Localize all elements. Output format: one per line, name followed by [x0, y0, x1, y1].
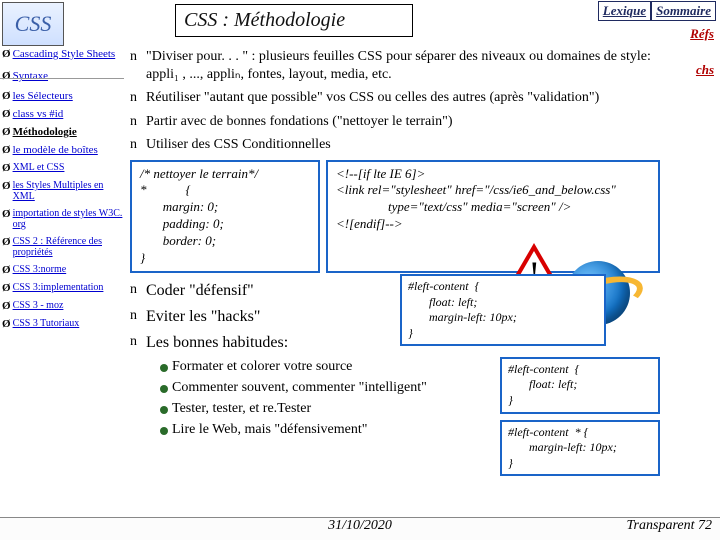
habit-text: Lire le Web, mais "défensivement": [172, 422, 367, 438]
sidebar-item[interactable]: ØCSS 3 Tutoriaux: [2, 318, 126, 330]
sidebar-item[interactable]: ØSyntaxe: [2, 70, 126, 82]
sidebar-item[interactable]: ØXML et CSS: [2, 162, 126, 174]
techs-link[interactable]: chs: [696, 62, 714, 78]
sidebar-item[interactable]: Øimportation de styles W3C. org: [2, 208, 126, 230]
logo-text: CSS: [15, 11, 52, 37]
top-links: Lexique Sommaire: [598, 1, 716, 21]
sidebar-item[interactable]: Øclass vs #id: [2, 108, 126, 120]
sidebar-item[interactable]: ØCascading Style Sheets: [2, 48, 126, 60]
sidebar-item[interactable]: ØCSS 3:norme: [2, 264, 126, 276]
sidebar-item[interactable]: ØCSS 2 : Référence des propriétés: [2, 236, 126, 258]
sidebar-item[interactable]: ØCSS 3 - moz: [2, 300, 126, 312]
main-bullets: n"Diviser pour. . . " : plusieurs feuill…: [130, 48, 660, 154]
refs-link[interactable]: Réfs: [690, 26, 714, 42]
main-content: n"Diviser pour. . . " : plusieurs feuill…: [130, 48, 660, 476]
code-reset: /* nettoyer le terrain*/ * { margin: 0; …: [130, 160, 320, 273]
habit-text: Formater et colorer votre source: [172, 359, 352, 375]
code-conditional: <!--[if lte IE 6]> <link rel="stylesheet…: [326, 160, 660, 273]
page-title: CSS : Méthodologie: [175, 4, 413, 37]
code-fix1: #left-content { float: left; }: [500, 357, 660, 414]
code-left-content: #left-content { float: left; margin-left…: [400, 274, 606, 346]
sidebar: ØCascading Style Sheets ØSyntaxe Øles Sé…: [0, 48, 126, 334]
sidebar-item[interactable]: ØCSS 3:implementation: [2, 282, 126, 294]
footer-page: Transparent 72: [627, 518, 712, 534]
sommaire-link[interactable]: Sommaire: [651, 1, 716, 21]
habit-bullets: Formater et colorer votre source Comment…: [156, 359, 494, 440]
css-logo: CSS: [2, 2, 64, 46]
lexique-link[interactable]: Lexique: [598, 1, 651, 21]
code-fix2: #left-content * { margin-left: 10px; }: [500, 420, 660, 477]
bullet-text: Partir avec de bonnes fondations ("netto…: [146, 113, 660, 131]
bullet-text: Réutiliser "autant que possible" vos CSS…: [146, 89, 660, 107]
sidebar-item[interactable]: Øle modèle de boîtes: [2, 144, 126, 156]
habit-text: Commenter souvent, commenter "intelligen…: [172, 380, 427, 396]
bullet-text: "Diviser pour. . . " : plusieurs feuille…: [146, 48, 660, 83]
sidebar-item[interactable]: Øles Sélecteurs: [2, 90, 126, 102]
footer-date: 31/10/2020: [0, 518, 720, 534]
sidebar-item[interactable]: Øles Styles Multiples en XML: [2, 180, 126, 202]
bullet-text: Utiliser des CSS Conditionnelles: [146, 136, 660, 154]
sidebar-item-current[interactable]: ØMéthodologie: [2, 126, 126, 138]
habit-text: Tester, tester, et re.Tester: [172, 401, 311, 417]
